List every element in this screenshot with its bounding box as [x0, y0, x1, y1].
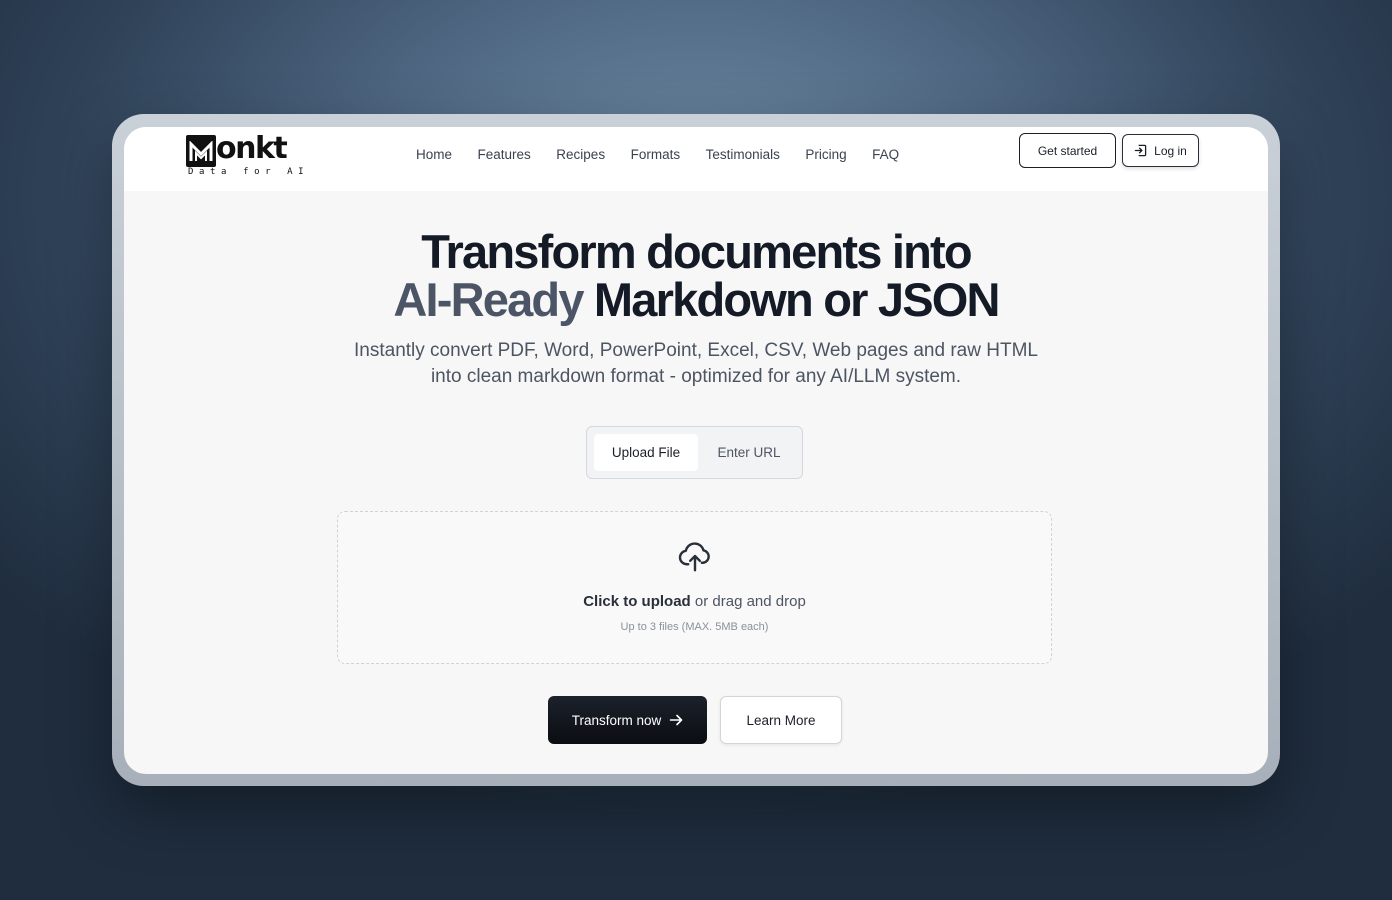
tab-upload-file-label: Upload File: [611, 445, 681, 460]
top-nav: onkt Data for AI Home Features Recipes F…: [124, 127, 1268, 191]
dropzone-instruction: Click to upload or drag and drop: [338, 593, 1051, 610]
cloud-upload-icon: [678, 542, 710, 572]
nav-item-features[interactable]: Features: [478, 146, 531, 164]
hero-title-line1: Transform documents into: [421, 225, 972, 278]
drag-drop-text: or drag and drop: [690, 593, 806, 610]
brand-tagline: Data for AI: [188, 167, 310, 177]
transform-now-button[interactable]: Transform now: [548, 696, 707, 744]
get-started-label: Get started: [1037, 143, 1098, 158]
main-menu: Home Features Recipes Formats Testimonia…: [416, 146, 925, 164]
hero-title-accent: AI-Ready: [393, 273, 584, 326]
hero-subtitle: Instantly convert PDF, Word, PowerPoint,…: [124, 338, 1268, 390]
hero-title: Transform documents into AI-Ready Markdo…: [124, 228, 1268, 324]
nav-item-recipes[interactable]: Recipes: [556, 146, 605, 164]
login-button[interactable]: Log in: [1122, 134, 1199, 167]
tab-upload-file[interactable]: Upload File: [594, 434, 698, 471]
learn-more-label: Learn More: [746, 712, 816, 728]
learn-more-button[interactable]: Learn More: [720, 696, 842, 744]
click-to-upload-link[interactable]: Click to upload: [583, 593, 691, 610]
tab-enter-url-label: Enter URL: [717, 445, 781, 460]
nav-item-home[interactable]: Home: [416, 146, 452, 164]
nav-item-pricing[interactable]: Pricing: [805, 146, 846, 164]
hero-subtitle-line1: Instantly convert PDF, Word, PowerPoint,…: [354, 340, 1038, 361]
transform-now-label: Transform now: [571, 712, 662, 728]
nav-item-testimonials[interactable]: Testimonials: [706, 146, 780, 164]
login-label: Log in: [1154, 143, 1187, 158]
arrow-right-icon: [669, 714, 683, 726]
get-started-button[interactable]: Get started: [1019, 133, 1116, 168]
dropzone-limit-note: Up to 3 files (MAX. 5MB each): [620, 621, 769, 633]
tab-enter-url[interactable]: Enter URL: [701, 434, 797, 471]
nav-item-formats[interactable]: Formats: [631, 146, 681, 164]
brand-name: onkt: [216, 131, 288, 166]
hero-title-line2: AI-Ready Markdown or JSON: [124, 276, 1268, 324]
brand-logo[interactable]: onkt Data for AI: [186, 131, 304, 179]
hero-title-rest: Markdown or JSON: [582, 273, 1001, 326]
hero-subtitle-line2: into clean markdown format - optimized f…: [430, 366, 962, 387]
nav-item-faq[interactable]: FAQ: [872, 146, 899, 164]
input-mode-toggle: Upload File Enter URL: [586, 426, 803, 479]
browser-viewport: onkt Data for AI Home Features Recipes F…: [124, 127, 1268, 774]
login-icon: [1134, 144, 1147, 157]
logo-m-mark-icon: [186, 135, 216, 167]
file-dropzone[interactable]: Click to upload or drag and drop Up to 3…: [337, 511, 1052, 664]
